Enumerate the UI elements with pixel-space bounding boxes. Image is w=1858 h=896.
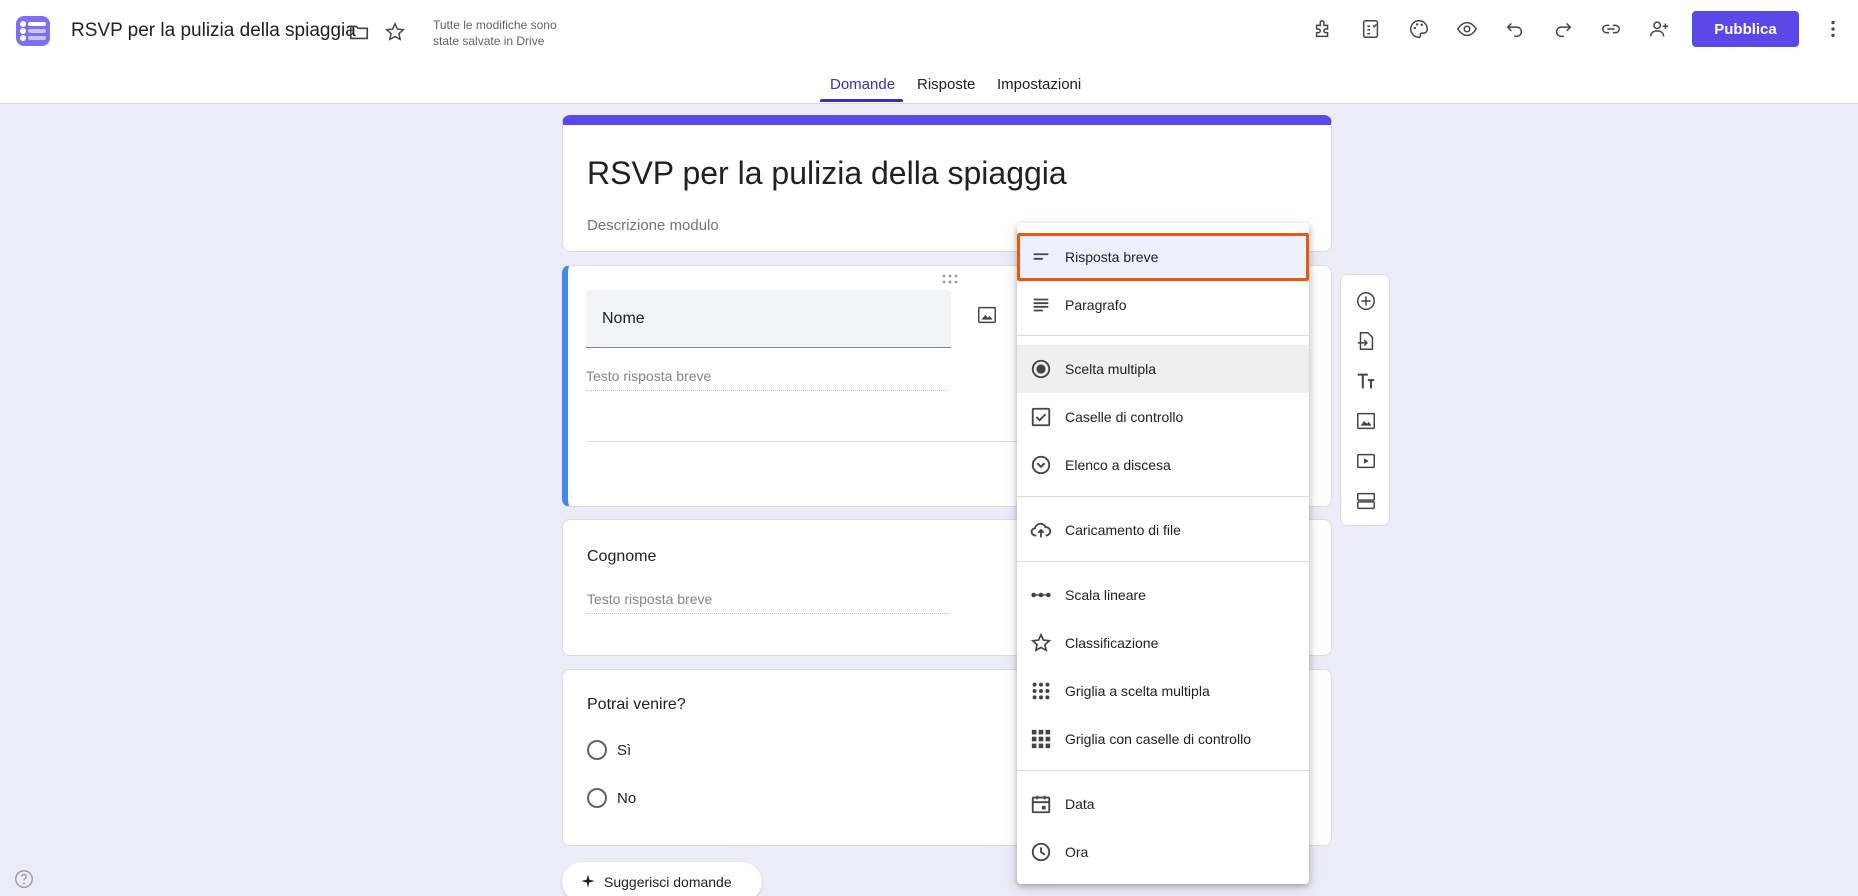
- menu-item-file-upload[interactable]: Caricamento di file: [1017, 506, 1309, 554]
- link-icon[interactable]: [1598, 16, 1624, 42]
- menu-item-multiple-choice[interactable]: Scelta multipla: [1017, 345, 1309, 393]
- more-icon[interactable]: [1820, 16, 1846, 42]
- suggest-questions-button[interactable]: Suggerisci domande: [562, 862, 762, 896]
- grid-checkbox-icon: [1029, 727, 1053, 751]
- radio-circle-icon[interactable]: [587, 740, 607, 760]
- menu-item-paragraph[interactable]: Paragrafo: [1017, 281, 1309, 329]
- radio-icon: [1029, 357, 1053, 381]
- menu-item-time[interactable]: Ora: [1017, 828, 1309, 876]
- checkbox-icon: [1029, 405, 1053, 429]
- radio-option[interactable]: Sì: [587, 740, 631, 760]
- addon-icon[interactable]: [1310, 16, 1336, 42]
- calendar-icon: [1029, 792, 1053, 816]
- add-image-icon[interactable]: [1354, 409, 1378, 433]
- menu-item-multiple-choice-grid[interactable]: Griglia a scelta multipla: [1017, 667, 1309, 715]
- short-answer-placeholder: Testo risposta breve: [587, 591, 949, 614]
- clock-icon: [1029, 840, 1053, 864]
- document-title[interactable]: RSVP per la pulizia della spiaggia: [71, 20, 356, 42]
- linear-scale-icon: [1029, 583, 1053, 607]
- undo-icon[interactable]: [1502, 16, 1528, 42]
- save-status: Tutte le modifiche sono state salvate in…: [433, 18, 557, 48]
- grid-dots-icon: [1029, 679, 1053, 703]
- dropdown-icon: [1029, 453, 1053, 477]
- menu-item-short-answer[interactable]: Risposta breve: [1017, 233, 1309, 281]
- side-toolbar: [1340, 274, 1390, 526]
- add-title-icon[interactable]: [1354, 369, 1378, 393]
- preview-icon[interactable]: [1454, 16, 1480, 42]
- menu-item-checkboxes[interactable]: Caselle di controllo: [1017, 393, 1309, 441]
- add-section-icon[interactable]: [1354, 489, 1378, 513]
- add-collaborator-icon[interactable]: [1646, 16, 1672, 42]
- option-label: No: [617, 789, 637, 807]
- forms-logo-icon[interactable]: [16, 14, 50, 48]
- palette-icon[interactable]: [1406, 16, 1432, 42]
- add-question-icon[interactable]: [1354, 289, 1378, 313]
- help-icon[interactable]: [13, 868, 35, 890]
- active-tab-indicator: [820, 99, 903, 102]
- tab-questions[interactable]: Domande: [830, 76, 895, 93]
- add-image-icon[interactable]: [976, 304, 998, 326]
- redo-icon[interactable]: [1550, 16, 1576, 42]
- short-answer-icon: [1029, 245, 1053, 269]
- question-title: Potrai venire?: [587, 696, 686, 713]
- radio-option[interactable]: No: [587, 788, 636, 808]
- short-answer-placeholder: Testo risposta breve: [586, 368, 948, 391]
- suggest-questions-label: Suggerisci domande: [604, 874, 732, 890]
- template-icon[interactable]: [1358, 16, 1384, 42]
- folder-icon[interactable]: [346, 19, 372, 45]
- question-title: Nome: [602, 310, 645, 327]
- star-icon[interactable]: [382, 19, 408, 45]
- import-questions-icon[interactable]: [1354, 329, 1378, 353]
- radio-circle-icon[interactable]: [587, 788, 607, 808]
- menu-separator: [1017, 561, 1309, 562]
- sparkle-icon: [580, 873, 596, 892]
- divider: [586, 441, 1041, 442]
- menu-item-linear-scale[interactable]: Scala lineare: [1017, 571, 1309, 619]
- paragraph-icon: [1029, 293, 1053, 317]
- form-description[interactable]: Descrizione modulo: [587, 217, 719, 234]
- question-type-menu: Risposta breve Paragrafo Scelta multipla…: [1017, 223, 1309, 884]
- tab-bar: Domande Risposte Impostazioni: [0, 66, 1858, 104]
- add-video-icon[interactable]: [1354, 449, 1378, 473]
- cloud-upload-icon: [1029, 518, 1053, 542]
- menu-item-dropdown[interactable]: Elenco a discesa: [1017, 441, 1309, 489]
- menu-item-rating[interactable]: Classificazione: [1017, 619, 1309, 667]
- publish-button[interactable]: Pubblica: [1692, 11, 1799, 47]
- tab-responses[interactable]: Risposte: [917, 76, 975, 93]
- star-rating-icon: [1029, 631, 1053, 655]
- menu-item-date[interactable]: Data: [1017, 780, 1309, 828]
- menu-item-checkbox-grid[interactable]: Griglia con caselle di controllo: [1017, 715, 1309, 763]
- question-title: Cognome: [587, 548, 657, 565]
- menu-separator: [1017, 770, 1309, 771]
- app-header: RSVP per la pulizia della spiaggia Tutte…: [0, 0, 1858, 104]
- menu-separator: [1017, 335, 1309, 336]
- form-title[interactable]: RSVP per la pulizia della spiaggia: [587, 155, 1067, 192]
- menu-separator: [1017, 496, 1309, 497]
- option-label: Sì: [617, 741, 632, 759]
- question-title-input[interactable]: Nome: [586, 290, 951, 348]
- drag-handle-icon[interactable]: [940, 272, 960, 284]
- tab-settings[interactable]: Impostazioni: [997, 76, 1081, 93]
